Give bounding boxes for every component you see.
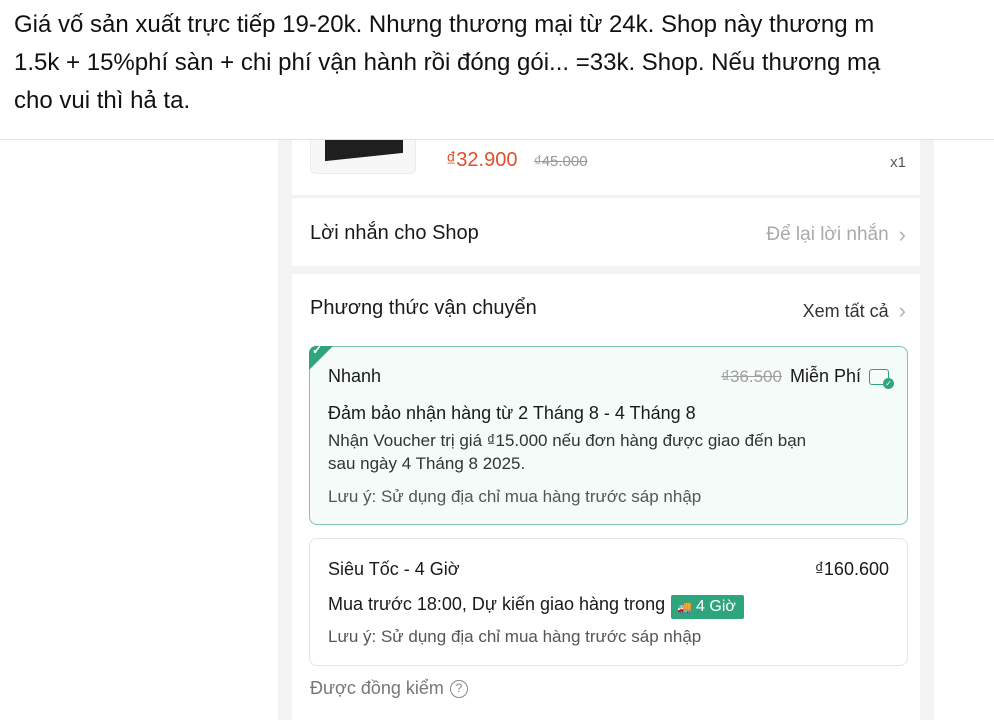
speed-badge-label: 4 Giờ xyxy=(696,598,736,615)
product-price: ₫32.900 xyxy=(446,149,518,171)
shop-message-row[interactable]: Lời nhắn cho Shop Để lại lời nhắn › xyxy=(292,198,920,266)
option-voucher-line-1: Nhận Voucher trị giá ₫15.000 nếu đơn hàn… xyxy=(328,431,807,450)
checkout-screenshot: 40x120 ₫32.900 ₫45.000 x1 Lời nhắn cho S… xyxy=(0,140,994,720)
question-circle-icon[interactable]: ? xyxy=(449,679,468,698)
shop-message-label: Lời nhắn cho Shop xyxy=(310,222,479,244)
product-old-price: ₫45.000 xyxy=(534,153,588,170)
product-quantity: x1 xyxy=(890,154,906,171)
post-line-3: cho vui thì hả ta. xyxy=(14,87,191,114)
option-voucher-line-2: sau ngày 4 Tháng 8 2025. xyxy=(328,454,526,473)
post-text: Giá vố sản xuất trực tiếp 19-20k. Nhưng … xyxy=(14,6,994,120)
option-fee: ₫36.500 Miễn Phí ✓ xyxy=(721,366,894,389)
option-note: Lưu ý: Sử dụng địa chỉ mua hàng trước sá… xyxy=(328,627,702,646)
post-line-2: 1.5k + 15%phí sàn + chi phí vận hành rồi… xyxy=(14,49,881,76)
inspection-row[interactable]: Được đồng kiểm ? xyxy=(310,678,468,699)
post-line-1: Giá vố sản xuất trực tiếp 19-20k. Nhưng … xyxy=(14,11,875,38)
speed-badge: 🚚 4 Giờ xyxy=(671,595,744,619)
shipping-option-fast[interactable]: ✓ Nhanh ₫36.500 Miễn Phí ✓ Đảm bảo nhận … xyxy=(309,343,908,525)
chevron-right-icon: › xyxy=(898,222,906,247)
option-fee-label: Miễn Phí xyxy=(789,366,861,386)
product-image: 40x120 xyxy=(310,140,416,174)
shipping-title: Phương thức vận chuyển xyxy=(310,297,537,319)
see-all-label: Xem tất cả xyxy=(802,300,889,321)
voucher-icon: ✓ xyxy=(869,368,894,389)
option-name: Siêu Tốc - 4 Giờ xyxy=(328,559,460,579)
chevron-right-icon: › xyxy=(898,298,906,323)
shipping-option-express[interactable]: Siêu Tốc - 4 Giờ ₫160.600 Mua trước 18:0… xyxy=(309,538,908,666)
shop-message-input[interactable]: Để lại lời nhắn › xyxy=(766,222,906,248)
option-delivery: Mua trước 18:00, Dự kiến giao hàng trong… xyxy=(328,593,744,619)
option-old-fee: ₫36.500 xyxy=(721,366,782,386)
option-fee: ₫160.600 xyxy=(814,559,889,579)
truck-icon: 🚚 xyxy=(677,600,693,614)
option-name: Nhanh xyxy=(328,366,382,386)
check-mark-icon: ✓ xyxy=(312,343,323,357)
product-card[interactable]: 40x120 ₫32.900 ₫45.000 x1 xyxy=(292,140,920,195)
inspection-label: Được đồng kiểm xyxy=(310,678,444,698)
option-delivery: Đảm bảo nhận hàng từ 2 Tháng 8 - 4 Tháng… xyxy=(328,403,696,423)
shop-message-placeholder: Để lại lời nhắn xyxy=(766,224,889,245)
see-all-link[interactable]: Xem tất cả › xyxy=(803,298,906,324)
option-delivery-text: Mua trước 18:00, Dự kiến giao hàng trong xyxy=(328,594,666,614)
option-note: Lưu ý: Sử dụng địa chỉ mua hàng trước sá… xyxy=(328,487,702,506)
